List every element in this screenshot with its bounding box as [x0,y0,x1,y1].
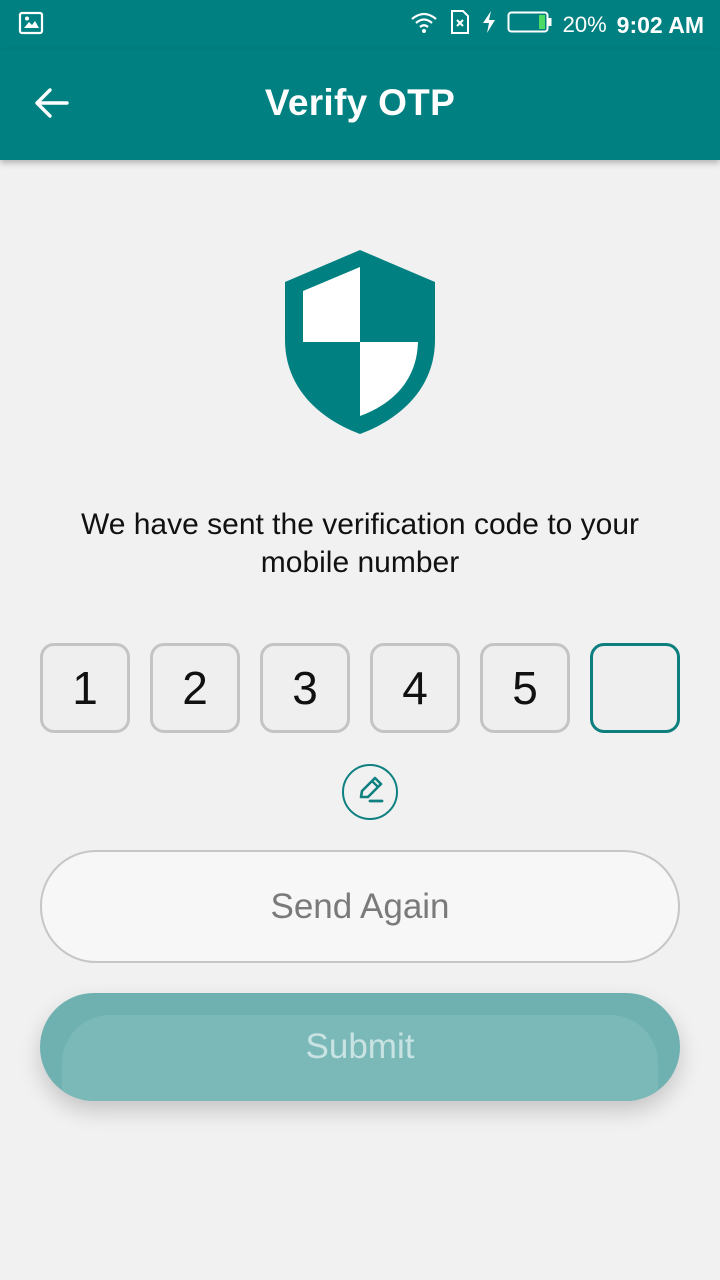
clock: 9:02 AM [616,11,704,38]
pencil-icon [353,773,387,812]
battery-percent: 20% [562,12,607,37]
otp-digit-6[interactable] [590,643,680,733]
app-bar: Verify OTP [0,50,720,160]
shield-icon [283,248,437,436]
otp-input-group: 1 2 3 4 5 [40,643,680,733]
otp-digit-4[interactable]: 4 [370,643,460,733]
otp-digit-5[interactable]: 5 [480,643,570,733]
submit-button[interactable]: Submit [40,993,680,1101]
submit-label: Submit [305,1027,415,1066]
image-notification-icon [18,11,44,40]
otp-digit-1[interactable]: 1 [40,643,130,733]
send-again-button[interactable]: Send Again [40,850,680,963]
status-bar: 20% 9:02 AM [0,0,720,50]
otp-digit-3[interactable]: 3 [260,643,350,733]
status-icons: 20% 9:02 AM [409,9,704,41]
sim-error-icon [449,9,471,41]
page-title: Verify OTP [264,82,456,123]
charging-icon [481,10,497,40]
verification-message: We have sent the verification code to yo… [80,508,640,579]
otp-digit-2[interactable]: 2 [150,643,240,733]
edit-number-button[interactable] [342,764,398,820]
battery-icon [507,10,553,40]
wifi-icon [409,10,439,40]
